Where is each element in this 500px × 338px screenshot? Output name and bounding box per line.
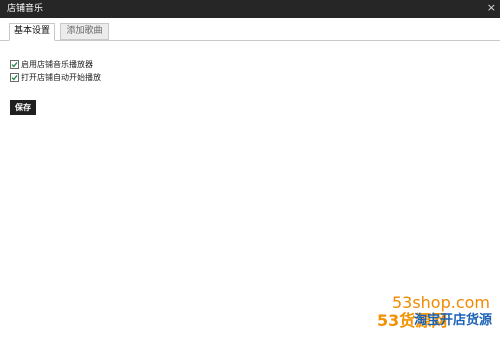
watermark: 53shop.com 53货源网 淘宝开店货源 [280,294,500,338]
autoplay-checkbox[interactable] [10,73,19,82]
save-button[interactable]: 保存 [10,100,36,115]
watermark-url: 53shop.com [391,293,490,312]
enable-player-checkbox[interactable] [10,60,19,69]
close-icon[interactable]: × [487,2,496,14]
window-titlebar: 店铺音乐 × [0,0,500,18]
option-enable-music-player[interactable]: 启用店铺音乐播放器 [10,59,93,70]
tab-divider [0,40,500,41]
window-title: 店铺音乐 [7,4,44,14]
checkmark-icon [11,74,18,81]
checkmark-icon [11,61,18,68]
autoplay-label: 打开店铺自动开始播放 [21,73,101,82]
tab-basic-settings[interactable]: 基本设置 [9,23,55,41]
watermark-tagline: 淘宝开店货源 [413,313,492,328]
enable-player-label: 启用店铺音乐播放器 [21,60,93,69]
tab-add-songs[interactable]: 添加歌曲 [60,23,109,40]
tab-bar: 基本设置 添加歌曲 [0,18,500,41]
option-autoplay-on-open[interactable]: 打开店铺自动开始播放 [10,72,101,83]
